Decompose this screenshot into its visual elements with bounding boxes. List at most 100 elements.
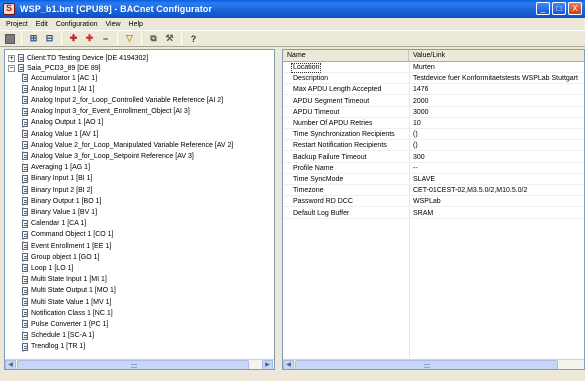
tree-object-item[interactable]: Calendar 1 [CA 1] xyxy=(22,219,86,229)
tree-object-item[interactable]: Averaging 1 [AG 1] xyxy=(22,163,90,173)
tree-object-label: Multi State Value 1 [MV 1] xyxy=(31,298,112,306)
scroll-left-arrow[interactable]: ◀ xyxy=(283,360,294,369)
column-header-value[interactable]: Value/Link xyxy=(409,50,584,62)
maximize-button[interactable]: □ xyxy=(552,2,566,15)
tree-item-label: Saia_PCD3_89 [DE 89] xyxy=(27,64,101,72)
tree-object-item[interactable]: Binary Input 2 [BI 2] xyxy=(22,185,92,195)
property-value[interactable]: -- xyxy=(413,164,418,174)
remove-icon[interactable]: − xyxy=(99,32,112,45)
help-icon[interactable]: ? xyxy=(187,32,200,45)
property-value[interactable]: 300 xyxy=(413,153,425,163)
property-value[interactable]: 3000 xyxy=(413,108,429,118)
property-name: APDU Timeout xyxy=(293,108,340,116)
tree-object-item[interactable]: Group object 1 [GO 1] xyxy=(22,252,99,262)
menu-project[interactable]: Project xyxy=(2,21,32,28)
properties-table[interactable]: Name Value/Link Location Murten Descriptio… xyxy=(282,49,585,370)
table-row[interactable]: Restart Notification Recipients () xyxy=(283,141,584,152)
scroll-thumb[interactable] xyxy=(17,360,249,369)
tree-object-item[interactable]: Binary Value 1 [BV 1] xyxy=(22,207,97,217)
property-value[interactable]: SRAM xyxy=(413,209,433,219)
tree-object-item[interactable]: Analog Value 1 [AV 1] xyxy=(22,129,98,139)
property-value[interactable]: () xyxy=(413,130,418,140)
scroll-thumb[interactable] xyxy=(295,360,558,369)
table-row[interactable]: APDU Timeout 3000 xyxy=(283,108,584,118)
column-header-name[interactable]: Name xyxy=(283,50,409,62)
close-button[interactable]: X xyxy=(568,2,582,15)
tree-item-device[interactable]: − Saia_PCD3_89 [DE 89] xyxy=(8,63,101,73)
properties-horizontal-scrollbar[interactable]: ◀ xyxy=(283,359,584,369)
property-value[interactable]: 10 xyxy=(413,119,421,129)
property-value[interactable]: 2000 xyxy=(413,97,429,107)
table-row[interactable]: Backup Failure Timeout 300 xyxy=(283,153,584,163)
property-name: Number Of APDU Retries xyxy=(293,120,373,127)
property-value[interactable]: Murten xyxy=(413,63,435,73)
copy-icon[interactable]: ⧉ xyxy=(147,32,160,45)
tree-object-item[interactable]: Schedule 1 [SC-A 1] xyxy=(22,331,94,341)
scroll-left-arrow[interactable]: ◀ xyxy=(5,360,16,369)
tree-horizontal-scrollbar[interactable]: ◀ ▶ xyxy=(5,359,274,369)
tree-object-item[interactable]: Command Object 1 [CO 1] xyxy=(22,230,113,240)
menu-help[interactable]: Help xyxy=(125,21,147,28)
tree-object-item[interactable]: Analog Value 3_for_Loop_Setpoint Referen… xyxy=(22,151,194,161)
object-tree[interactable]: + Client:TD Testing Device [DE 4194302] … xyxy=(4,49,275,370)
object-icon xyxy=(22,298,28,306)
tree-object-item[interactable]: Notification Class 1 [NC 1] xyxy=(22,308,113,318)
title-bar[interactable]: WSP_b1.bnt [CPU89] - BACnet Configurator… xyxy=(0,0,585,18)
tree-object-item[interactable]: Accumulator 1 [AC 1] xyxy=(22,73,97,83)
tree-object-item[interactable]: Analog Output 1 [AO 1] xyxy=(22,118,103,128)
tree-object-item[interactable]: Trendlog 1 [TR 1] xyxy=(22,342,85,352)
menu-view[interactable]: View xyxy=(102,21,125,28)
table-row[interactable]: Time Synchronization Recipients () xyxy=(283,130,584,141)
table-row[interactable]: Default Log Buffer SRAM xyxy=(283,209,584,219)
tree-object-label: Schedule 1 [SC-A 1] xyxy=(31,332,95,340)
property-name: Time Synchronization Recipients xyxy=(293,131,395,139)
property-value[interactable]: () xyxy=(413,141,418,151)
minimize-button[interactable]: _ xyxy=(536,2,550,15)
property-value[interactable]: Testdevice fuer Konformitaetstests WSPLa… xyxy=(413,74,578,84)
table-row[interactable]: Timezone CET-01CEST-02,M3.5.0/2,M10.5.0/2 xyxy=(283,186,584,197)
tree-item-client[interactable]: + Client:TD Testing Device [DE 4194302] xyxy=(8,53,148,63)
expand-icon[interactable]: + xyxy=(8,54,15,62)
property-value[interactable]: WSPLab xyxy=(413,197,441,207)
tree-object-label: Command Object 1 [CO 1] xyxy=(31,231,114,239)
tree-object-item[interactable]: Multi State Value 1 [MV 1] xyxy=(22,297,111,307)
tree-object-item[interactable]: Pulse Converter 1 [PC 1] xyxy=(22,319,108,329)
add-object-icon[interactable]: ✚ xyxy=(67,32,80,45)
network-icon[interactable]: ⊞ xyxy=(27,32,40,45)
table-row[interactable]: Description Testdevice fuer Konformitaets… xyxy=(283,74,584,85)
property-value[interactable]: 1476 xyxy=(413,85,429,95)
network-2-icon[interactable]: ⊟ xyxy=(43,32,56,45)
add-object-2-icon[interactable]: ✚ xyxy=(83,32,96,45)
tree-object-item[interactable]: Multi State Input 1 [MI 1] xyxy=(22,275,107,285)
tree-object-label: Calendar 1 [CA 1] xyxy=(31,220,87,228)
object-icon xyxy=(22,275,28,284)
stop-button[interactable] xyxy=(3,32,16,45)
scroll-right-arrow[interactable]: ▶ xyxy=(262,360,273,369)
table-row[interactable]: Time SyncMode SLAVE xyxy=(283,175,584,185)
tree-object-item[interactable]: Multi State Output 1 [MO 1] xyxy=(22,286,116,296)
menu-edit[interactable]: Edit xyxy=(32,21,52,28)
tools-icon[interactable]: ⚒ xyxy=(163,32,176,45)
filter-icon[interactable]: ▽ xyxy=(123,32,136,45)
tree-object-label: Binary Output 1 [BO 1] xyxy=(31,197,102,205)
property-value[interactable]: SLAVE xyxy=(413,175,435,185)
table-row[interactable]: APDU Segment Timeout 2000 xyxy=(283,97,584,107)
tree-object-item[interactable]: Analog Input 2_for_Loop_Controlled Varia… xyxy=(22,95,223,105)
table-row[interactable]: Location Murten xyxy=(283,63,584,73)
tree-object-item[interactable]: Binary Output 1 [BO 1] xyxy=(22,196,101,206)
collapse-icon[interactable]: − xyxy=(8,64,15,72)
table-row[interactable]: Password RD DCC WSPLab xyxy=(283,197,584,208)
table-row[interactable]: Max APDU Length Accepted 1476 xyxy=(283,85,584,96)
table-row[interactable]: Profile Name -- xyxy=(283,164,584,174)
tree-object-item[interactable]: Analog Input 3_for_Event_Enrollment_Obje… xyxy=(22,107,190,117)
toolbar-separator xyxy=(181,32,182,45)
table-row[interactable]: Number Of APDU Retries 10 xyxy=(283,119,584,129)
tree-object-item[interactable]: Event Enrollment 1 [EE 1] xyxy=(22,241,111,251)
tree-object-item[interactable]: Binary Input 1 [BI 1] xyxy=(22,174,92,184)
tree-object-item[interactable]: Analog Value 2_for_Loop_Manipulated Vari… xyxy=(22,140,233,150)
menu-configuration[interactable]: Configuration xyxy=(52,21,102,28)
toolbar: ⊞ ⊟ ✚ ✚ − ▽ ⧉ ⚒ ? xyxy=(0,30,585,47)
property-value[interactable]: CET-01CEST-02,M3.5.0/2,M10.5.0/2 xyxy=(413,186,527,196)
tree-object-item[interactable]: Loop 1 [LO 1] xyxy=(22,263,73,273)
tree-object-item[interactable]: Analog Input 1 [AI 1] xyxy=(22,84,94,94)
